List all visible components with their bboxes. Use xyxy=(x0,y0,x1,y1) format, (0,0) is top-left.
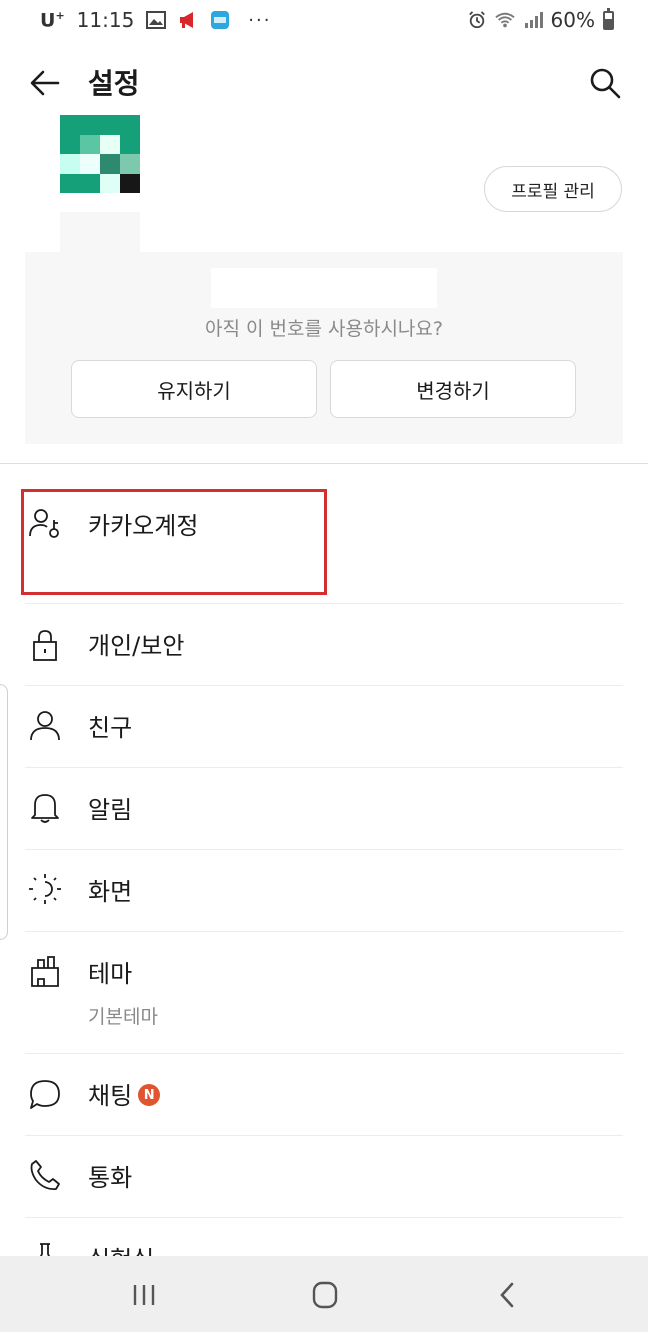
new-badge: N xyxy=(138,1084,161,1106)
clock: 11:15 xyxy=(76,8,135,32)
change-number-button[interactable]: 변경하기 xyxy=(330,360,576,418)
menu-label: 알림 xyxy=(88,796,133,824)
menu-label: 통화 xyxy=(88,1164,133,1192)
search-icon[interactable] xyxy=(588,66,622,100)
brightness-icon xyxy=(29,874,61,904)
menu-sublabel: 기본테마 xyxy=(88,1006,158,1028)
more-notifications-icon: ··· xyxy=(248,9,272,31)
menu-label: 채팅 N xyxy=(88,1076,161,1111)
carrier-label: U+ xyxy=(40,8,65,32)
menu-label: 테마 xyxy=(88,960,133,988)
menu-label: 화면 xyxy=(88,878,133,906)
back-nav-icon[interactable] xyxy=(490,1280,526,1310)
battery-percent: 60% xyxy=(550,8,595,32)
menu-item-display[interactable]: 화면 xyxy=(0,850,648,931)
megaphone-icon xyxy=(180,12,194,28)
phone-number-card: 아직 이 번호를 사용하시나요? 유지하기 변경하기 xyxy=(25,252,623,444)
avatar[interactable] xyxy=(60,115,140,193)
keep-number-button[interactable]: 유지하기 xyxy=(71,360,317,418)
menu-item-labs[interactable]: 실험실 xyxy=(0,1218,648,1256)
menu-label: 개인/보안 xyxy=(88,632,185,660)
wifi-icon xyxy=(494,12,515,28)
battery-icon xyxy=(603,7,614,30)
menu-item-notifications[interactable]: 알림 xyxy=(0,768,648,849)
phone-number-redacted xyxy=(211,268,437,308)
signal-icon xyxy=(524,12,543,28)
menu-item-privacy[interactable]: 개인/보안 xyxy=(0,604,648,685)
highlight-box xyxy=(21,489,327,595)
number-question: 아직 이 번호를 사용하시나요? xyxy=(205,318,443,340)
phone-icon xyxy=(30,1160,60,1190)
menu-label: 친구 xyxy=(88,714,133,742)
system-nav-bar xyxy=(0,1256,648,1332)
home-icon[interactable] xyxy=(307,1280,343,1310)
wordbit-app-icon xyxy=(211,11,230,29)
edge-panel-handle[interactable] xyxy=(0,684,8,940)
flask-icon xyxy=(39,1243,51,1256)
back-arrow-icon[interactable] xyxy=(28,66,62,100)
menu-item-calls[interactable]: 통화 xyxy=(0,1136,648,1217)
profile-manage-button[interactable]: 프로필 관리 xyxy=(484,166,622,212)
page-title: 설정 xyxy=(88,67,140,100)
theme-brush-icon xyxy=(31,956,59,987)
menu-label: 실험실 xyxy=(88,1240,154,1256)
lock-icon xyxy=(33,630,57,661)
alarm-icon xyxy=(468,11,485,29)
status-bar: U+ 11:15 ··· 60% xyxy=(0,0,648,40)
person-icon xyxy=(30,711,60,741)
menu-item-chat[interactable]: 채팅 N xyxy=(0,1054,648,1135)
recent-apps-icon[interactable] xyxy=(126,1280,162,1310)
section-divider xyxy=(0,463,648,464)
bell-icon xyxy=(31,794,59,823)
gallery-icon xyxy=(146,11,167,29)
menu-item-theme[interactable]: 테마 기본테마 xyxy=(0,932,648,1052)
profile-name-redacted xyxy=(60,212,140,252)
menu-item-friends[interactable]: 친구 xyxy=(0,686,648,767)
chat-bubble-icon xyxy=(30,1080,60,1109)
app-bar: 설정 xyxy=(0,44,648,120)
